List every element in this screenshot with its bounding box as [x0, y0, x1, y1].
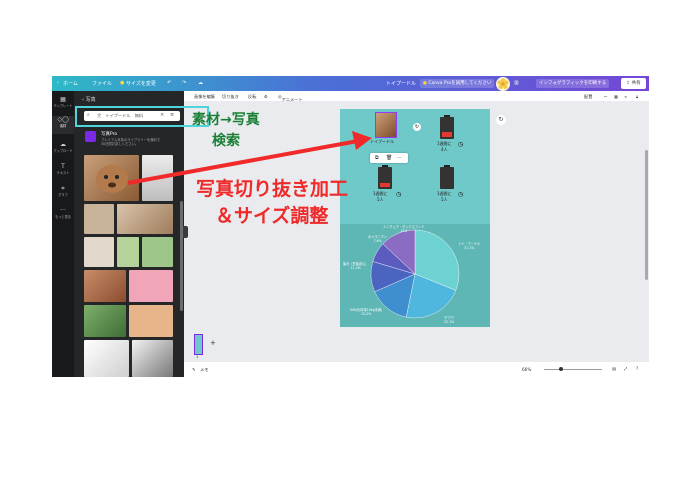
annotation-arrow — [127, 131, 372, 185]
